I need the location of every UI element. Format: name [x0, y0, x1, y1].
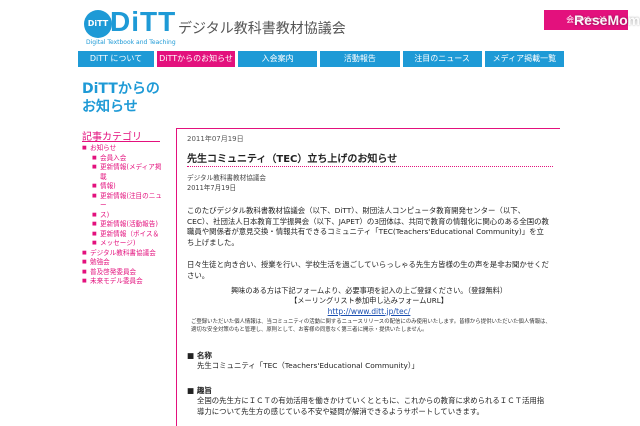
- paragraph-invite: 日々生徒と向き合い、授業を行い、学校生活を過ごしていらっしゃる先生方皆様の生の声…: [187, 260, 549, 280]
- logo-wordmark: DiTT: [110, 6, 177, 37]
- watermark: ReseMom: [574, 12, 640, 28]
- site-header: DiTT DiTT Digital Textbook and Teaching …: [70, 6, 640, 48]
- signup-block: 興味のある方は下記フォームより、必要事項を記入の上ご登録ください。（登録無料） …: [187, 286, 551, 317]
- logo-subtitle: Digital Textbook and Teaching: [86, 39, 176, 46]
- category-item[interactable]: お知らせ: [82, 144, 168, 154]
- nav-about[interactable]: DiTT について: [78, 51, 154, 67]
- category-item[interactable]: 更新情報(メディア掲載: [82, 163, 168, 182]
- organization-name: デジタル教科書教材協議会: [178, 21, 346, 37]
- nav-media[interactable]: メディア掲載一覧: [484, 51, 564, 67]
- category-item[interactable]: 更新情報(活動報告): [82, 220, 168, 230]
- privacy-note: ご登録いただいた個人情報は、当コミュニティの活動に関するニュースリリースの配信に…: [191, 319, 551, 333]
- sidebar-title-line2: お知らせ: [82, 99, 138, 115]
- nav-featured-news[interactable]: 注目のニュース: [402, 51, 482, 67]
- post-author: デジタル教科書教材協議会: [187, 174, 266, 182]
- section-name-heading: ■ 名称: [187, 351, 213, 360]
- category-item[interactable]: 更新情報（ポイス＆: [82, 230, 168, 240]
- category-divider: [82, 141, 160, 142]
- main-nav: DiTT について DiTTからのお知らせ 入会案内 活動報告 注目のニュース …: [78, 51, 564, 67]
- logo-badge: DiTT: [84, 10, 112, 38]
- category-item[interactable]: デジタル教科書協議会: [82, 249, 168, 259]
- category-item-continued[interactable]: メッセージ): [82, 239, 168, 249]
- post-meta: デジタル教科書教材協議会 2011年7月19日: [187, 173, 266, 193]
- category-list: お知らせ 会員入会 更新情報(メディア掲載 情報) 更新情報(注目のニュー ス)…: [82, 144, 168, 287]
- signup-form-label: 【メーリングリスト参加申し込みフォームURL】: [290, 296, 448, 306]
- title-divider: [187, 166, 553, 167]
- paragraph-intro: このたびデジタル教科書教材協議会（以下、DiTT）、財団法人コンピュータ教育開発…: [187, 206, 549, 247]
- nav-news[interactable]: DiTTからのお知らせ: [157, 51, 235, 67]
- category-item-continued[interactable]: ス): [82, 211, 168, 221]
- category-item-continued[interactable]: 情報): [82, 182, 168, 192]
- category-item[interactable]: 普及啓発委員会: [82, 268, 168, 278]
- category-item[interactable]: 勉強会: [82, 258, 168, 268]
- sidebar-title-line1: DiTTからの: [82, 81, 160, 97]
- signup-link[interactable]: http://www.ditt.jp/tec/: [187, 307, 551, 317]
- nav-activities[interactable]: 活動報告: [320, 51, 400, 67]
- category-item[interactable]: 未来モデル委員会: [82, 277, 168, 287]
- post-date: 2011年07月19日: [187, 135, 244, 143]
- signup-instructions: 興味のある方は下記フォームより、必要事項を記入の上ご登録ください。（登録無料）: [230, 286, 508, 295]
- category-item[interactable]: 更新情報(注目のニュー: [82, 192, 168, 211]
- section-purpose-body: 全国の先生方にＩＣＴの有効活用を働きかけていくとともに、これからの教育に求められ…: [197, 396, 545, 416]
- category-item[interactable]: 会員入会: [82, 154, 168, 164]
- sidebar-title: DiTTからの お知らせ: [82, 80, 160, 116]
- page: DiTT DiTT Digital Textbook and Teaching …: [0, 0, 640, 426]
- section-purpose-heading: ■ 趣旨: [187, 386, 213, 395]
- post-author-date: 2011年7月19日: [187, 184, 237, 192]
- nav-join[interactable]: 入会案内: [238, 51, 318, 67]
- section-name-body: 先生コミュニティ「TEC（Teachers'Educational Commun…: [197, 361, 419, 370]
- article-content: 2011年07月19日 先生コミュニティ（TEC）立ち上げのお知らせ デジタル教…: [176, 128, 560, 426]
- post-title: 先生コミュニティ（TEC）立ち上げのお知らせ: [187, 154, 398, 165]
